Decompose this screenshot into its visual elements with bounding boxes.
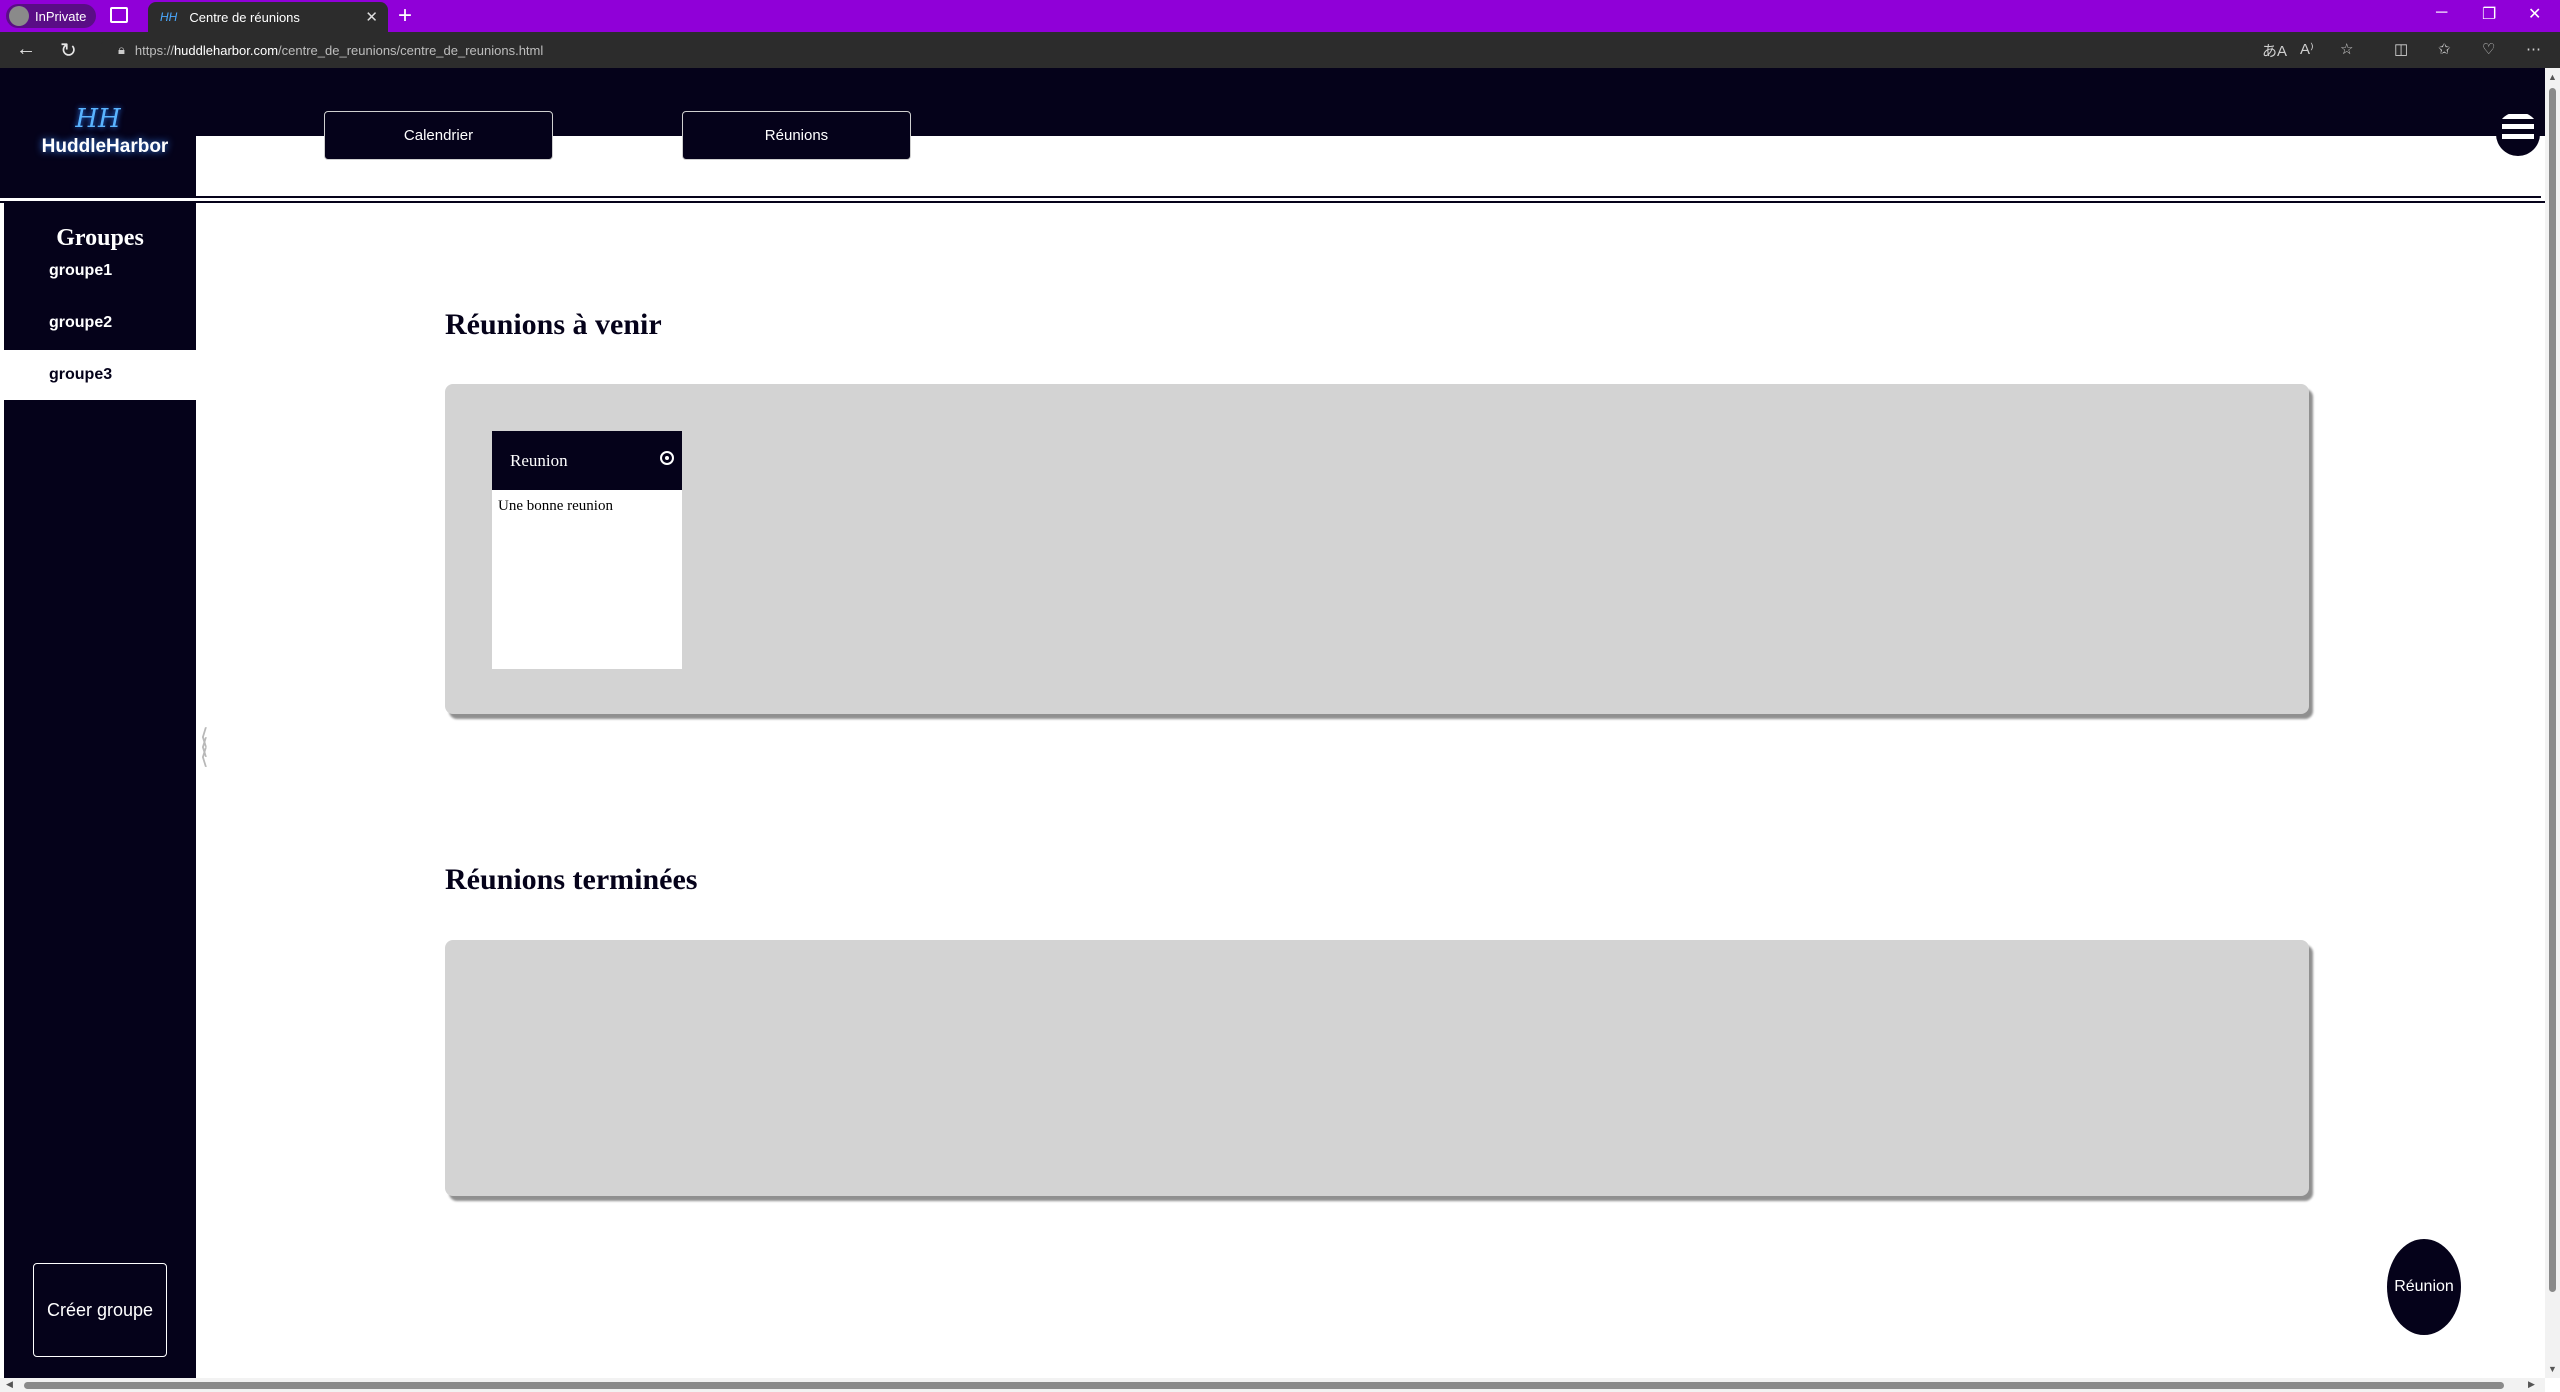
browser-toolbar: ← ↻ 🔒︎ https:// huddleharbor.com /centre… bbox=[0, 32, 2560, 68]
split-screen-icon[interactable]: ◫ bbox=[2394, 40, 2408, 58]
browser-essentials-icon[interactable]: ♡ bbox=[2482, 40, 2495, 58]
inprivate-badge[interactable]: InPrivate bbox=[6, 4, 96, 28]
header-divider-bottom bbox=[0, 201, 2545, 203]
read-aloud-icon[interactable]: A⁾ bbox=[2300, 40, 2314, 58]
inprivate-label: InPrivate bbox=[35, 8, 87, 24]
close-tab-icon[interactable]: ✕ bbox=[365, 8, 378, 26]
url-path: /centre_de_reunions/centre_de_reunions.h… bbox=[278, 42, 544, 58]
more-options-icon[interactable]: ⋯ bbox=[2526, 40, 2541, 58]
address-bar[interactable]: 🔒︎ https:// huddleharbor.com /centre_de_… bbox=[100, 36, 2250, 64]
settings-gear-icon[interactable] bbox=[660, 451, 674, 465]
vertical-scrollbar[interactable]: ▲ ▼ bbox=[2545, 68, 2560, 1378]
url-scheme: https:// bbox=[134, 42, 174, 58]
finished-meetings-title: Réunions terminées bbox=[445, 863, 698, 896]
header-divider bbox=[196, 196, 2541, 198]
scroll-down-icon[interactable]: ▼ bbox=[2548, 1364, 2557, 1374]
sidebar-collapse-icon[interactable]: ⟨ ⟨ ⟨ bbox=[200, 726, 209, 768]
horizontal-scrollbar[interactable]: ◀ ▶ bbox=[0, 1378, 2545, 1392]
sidebar-item-groupe3[interactable]: groupe3 bbox=[4, 350, 196, 400]
app-logo[interactable]: HH HuddleHarbor bbox=[0, 68, 196, 198]
meeting-card[interactable]: Reunion Une bonne reunion bbox=[492, 431, 682, 669]
new-tab-icon[interactable]: + bbox=[398, 2, 412, 30]
create-group-button[interactable]: Créer groupe bbox=[33, 1263, 167, 1357]
back-icon[interactable]: ← bbox=[16, 38, 36, 61]
lock-icon: 🔒︎ bbox=[118, 42, 125, 57]
sidebar-item-groupe2[interactable]: groupe2 bbox=[4, 298, 196, 348]
minimize-icon[interactable]: ─ bbox=[2436, 4, 2447, 22]
favorite-star-icon[interactable]: ☆ bbox=[2340, 40, 2353, 58]
browser-tab-active[interactable]: HH Centre de réunions ✕ bbox=[148, 2, 388, 32]
logo-text: HuddleHarbor bbox=[41, 136, 169, 157]
calendar-button[interactable]: Calendrier bbox=[324, 111, 553, 160]
upcoming-meetings-title: Réunions à venir bbox=[445, 308, 662, 341]
close-window-icon[interactable]: ✕ bbox=[2528, 4, 2541, 24]
finished-meetings-panel bbox=[445, 940, 2309, 1196]
tab-actions-icon[interactable] bbox=[110, 7, 128, 23]
url-host: huddleharbor.com bbox=[173, 42, 279, 58]
tab-title: Centre de réunions bbox=[189, 9, 300, 25]
meeting-card-title: Reunion bbox=[510, 450, 568, 470]
profile-avatar bbox=[9, 6, 29, 26]
meetings-button[interactable]: Réunions bbox=[682, 111, 911, 160]
browser-titlebar: InPrivate HH Centre de réunions ✕ + ─ ❐ … bbox=[0, 0, 2560, 32]
scroll-up-icon[interactable]: ▲ bbox=[2548, 72, 2557, 82]
scroll-left-icon[interactable]: ◀ bbox=[6, 1379, 13, 1390]
meeting-card-description: Une bonne reunion bbox=[498, 498, 613, 514]
logo-mark: HH bbox=[75, 104, 121, 134]
horizontal-scrollbar-thumb[interactable] bbox=[24, 1382, 2504, 1389]
page: HH HuddleHarbor Calendrier Réunions Grou… bbox=[0, 68, 2560, 1392]
favorites-icon[interactable]: ✩ bbox=[2438, 40, 2451, 58]
hamburger-menu-icon[interactable] bbox=[2496, 112, 2540, 156]
scroll-right-icon[interactable]: ▶ bbox=[2528, 1379, 2535, 1390]
vertical-scrollbar-thumb[interactable] bbox=[2549, 88, 2556, 1292]
refresh-icon[interactable]: ↻ bbox=[60, 38, 77, 63]
restore-icon[interactable]: ❐ bbox=[2482, 4, 2496, 24]
sidebar-item-groupe1[interactable]: groupe1 bbox=[4, 246, 196, 296]
favicon-icon: HH bbox=[160, 10, 178, 24]
new-meeting-button[interactable]: Réunion bbox=[2387, 1239, 2461, 1335]
meeting-card-header: Reunion bbox=[492, 431, 682, 490]
groups-sidebar: Groupes groupe1 groupe2 groupe3 Créer gr… bbox=[4, 203, 196, 1392]
upcoming-meetings-panel: Reunion Une bonne reunion bbox=[445, 384, 2309, 714]
translate-icon[interactable]: あA bbox=[2262, 40, 2287, 61]
